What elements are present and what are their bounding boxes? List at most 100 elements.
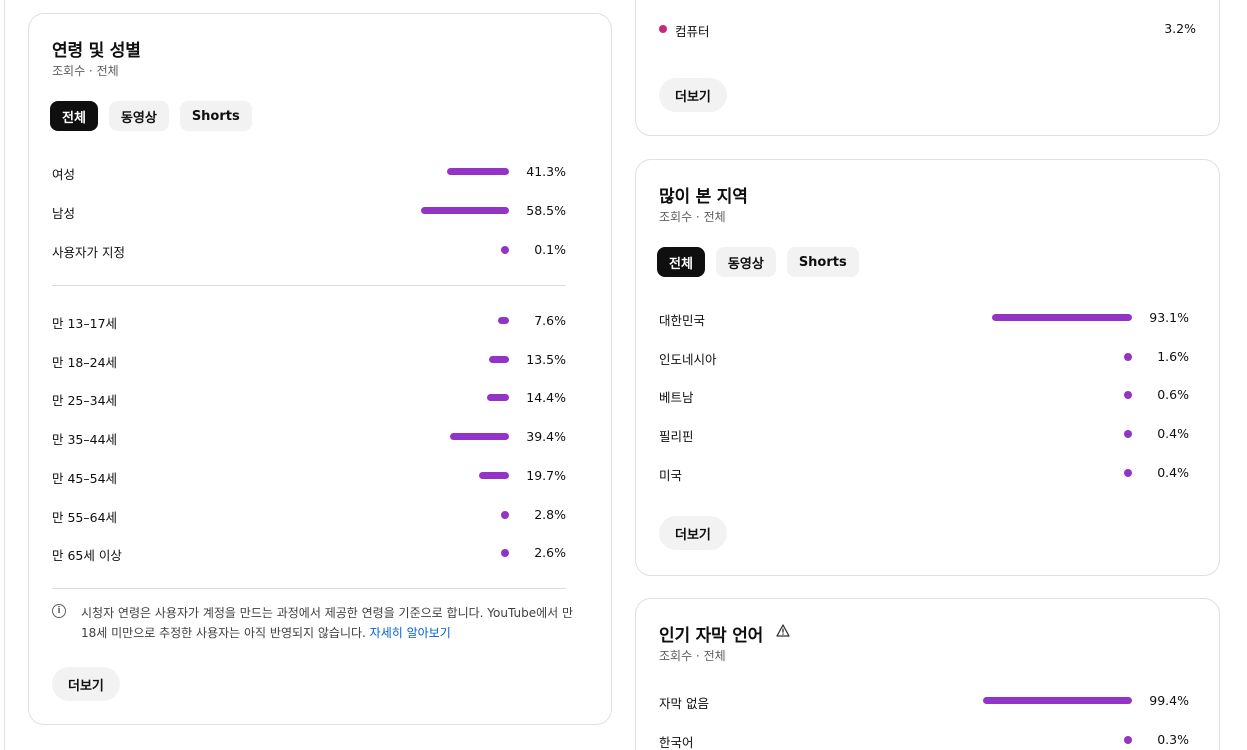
gender-row-female: 여성 41.3% [52, 162, 566, 182]
row-value: 3.2% [1164, 21, 1196, 36]
row-value: 39.4% [526, 429, 566, 444]
bar-fill [447, 168, 509, 175]
row-label: 인도네시아 [659, 352, 717, 367]
row-value: 99.4% [1149, 693, 1189, 708]
age-row-65-plus: 만 65세 이상 2.6% [52, 543, 566, 563]
bar-fill [983, 697, 1132, 704]
row-value: 58.5% [526, 203, 566, 218]
bar-fill [479, 472, 509, 479]
chip-videos[interactable]: 동영상 [715, 247, 776, 277]
section-divider [52, 588, 566, 589]
row-label: 만 13–17세 [52, 316, 118, 331]
language-row-none: 자막 없음 99.4% [659, 691, 1189, 711]
row-label: 필리핀 [659, 429, 694, 444]
device-card: 컴퓨터 3.2% 더보기 [635, 0, 1220, 136]
note-text: 시청자 연령은 사용자가 계정을 만드는 과정에서 제공한 연령을 기준으로 합… [81, 603, 573, 643]
bar-fill [1124, 391, 1132, 399]
more-button[interactable]: 더보기 [52, 667, 120, 701]
device-row-computer: 컴퓨터 3.2% [675, 19, 1196, 39]
more-button[interactable]: 더보기 [659, 78, 727, 112]
chip-shorts[interactable]: Shorts [786, 247, 859, 277]
row-label: 만 35–44세 [52, 432, 118, 447]
row-label: 컴퓨터 [675, 24, 710, 39]
age-row-45-54: 만 45–54세 19.7% [52, 466, 566, 486]
left-edge-divider [4, 0, 5, 750]
bar-fill [1124, 353, 1132, 361]
region-rows: 대한민국 93.1% 인도네시아 1.6% 베트남 0.6% 필리핀 0.4% … [659, 308, 1189, 488]
bar-fill [992, 314, 1132, 321]
chip-videos[interactable]: 동영상 [108, 101, 169, 131]
bar-fill [487, 394, 509, 401]
row-value: 14.4% [526, 390, 566, 405]
bar-fill [498, 317, 509, 324]
row-label: 만 45–54세 [52, 471, 118, 486]
subtitle-language-card: 인기 자막 언어 조회수 · 전체 자막 없음 99.4% 한국어 0.3% [635, 598, 1220, 750]
region-title: 많이 본 지역 [659, 187, 748, 207]
row-label: 한국어 [659, 735, 694, 750]
region-subtitle: 조회수 · 전체 [659, 210, 726, 224]
row-value: 41.3% [526, 164, 566, 179]
bar-fill [450, 433, 509, 440]
chip-shorts[interactable]: Shorts [179, 101, 252, 131]
region-chips: 전체 동영상 Shorts [657, 247, 859, 277]
row-value: 0.4% [1157, 465, 1189, 480]
row-label: 여성 [52, 167, 76, 182]
age-row-25-34: 만 25–34세 14.4% [52, 388, 566, 408]
row-label: 미국 [659, 468, 683, 483]
gender-rows: 여성 41.3% 남성 58.5% 사용자가 지정 0.1% [52, 162, 566, 262]
row-value: 7.6% [534, 313, 566, 328]
row-label: 만 25–34세 [52, 393, 118, 408]
age-gender-title: 연령 및 성별 [52, 41, 141, 61]
bar-fill [501, 511, 509, 519]
row-label: 남성 [52, 206, 76, 221]
chip-all[interactable]: 전체 [50, 101, 98, 131]
age-gender-card: 연령 및 성별 조회수 · 전체 전체 동영상 Shorts 여성 41.3% … [28, 13, 612, 725]
row-value: 1.6% [1157, 349, 1189, 364]
row-label: 사용자가 지정 [52, 245, 125, 260]
region-row-korea: 대한민국 93.1% [659, 308, 1189, 328]
bar-fill [421, 207, 509, 214]
learn-more-link[interactable]: 자세히 알아보기 [370, 626, 451, 640]
device-dot [659, 25, 667, 33]
bar-fill [501, 549, 509, 557]
info-icon: i [52, 604, 66, 618]
age-row-55-64: 만 55–64세 2.8% [52, 505, 566, 525]
region-row-philippines: 필리핀 0.4% [659, 424, 1189, 444]
region-row-usa: 미국 0.4% [659, 463, 1189, 483]
age-row-13-17: 만 13–17세 7.6% [52, 311, 566, 331]
row-value: 19.7% [526, 468, 566, 483]
language-row-korean: 한국어 0.3% [659, 730, 1189, 750]
chip-all[interactable]: 전체 [657, 247, 705, 277]
bar-fill [501, 246, 509, 254]
row-value: 0.1% [534, 242, 566, 257]
age-row-35-44: 만 35–44세 39.4% [52, 427, 566, 447]
more-button[interactable]: 더보기 [659, 516, 727, 550]
row-label: 베트남 [659, 390, 694, 405]
row-label: 대한민국 [659, 313, 706, 328]
language-rows: 자막 없음 99.4% 한국어 0.3% [659, 691, 1189, 750]
row-label: 자막 없음 [659, 696, 709, 711]
row-value: 13.5% [526, 352, 566, 367]
note-body: 시청자 연령은 사용자가 계정을 만드는 과정에서 제공한 연령을 기준으로 합… [81, 606, 574, 640]
age-row-18-24: 만 18–24세 13.5% [52, 350, 566, 370]
row-value: 2.6% [534, 545, 566, 560]
language-title: 인기 자막 언어 [659, 626, 764, 646]
row-value: 0.6% [1157, 387, 1189, 402]
warning-icon[interactable] [776, 624, 790, 641]
region-card: 많이 본 지역 조회수 · 전체 전체 동영상 Shorts 대한민국 93.1… [635, 159, 1220, 576]
language-subtitle: 조회수 · 전체 [659, 649, 726, 663]
row-value: 0.4% [1157, 426, 1189, 441]
row-value: 0.3% [1157, 732, 1189, 747]
row-label: 만 18–24세 [52, 355, 118, 370]
age-gender-subtitle: 조회수 · 전체 [52, 64, 119, 78]
row-value: 93.1% [1149, 310, 1189, 325]
gender-row-male: 남성 58.5% [52, 201, 566, 221]
bar-fill [489, 356, 509, 363]
gender-row-custom: 사용자가 지정 0.1% [52, 240, 566, 260]
region-row-indonesia: 인도네시아 1.6% [659, 347, 1189, 367]
region-row-vietnam: 베트남 0.6% [659, 385, 1189, 405]
age-rows: 만 13–17세 7.6% 만 18–24세 13.5% 만 25–34세 14… [52, 311, 566, 563]
row-label: 만 55–64세 [52, 510, 118, 525]
bar-fill [1124, 430, 1132, 438]
row-label: 만 65세 이상 [52, 548, 122, 563]
